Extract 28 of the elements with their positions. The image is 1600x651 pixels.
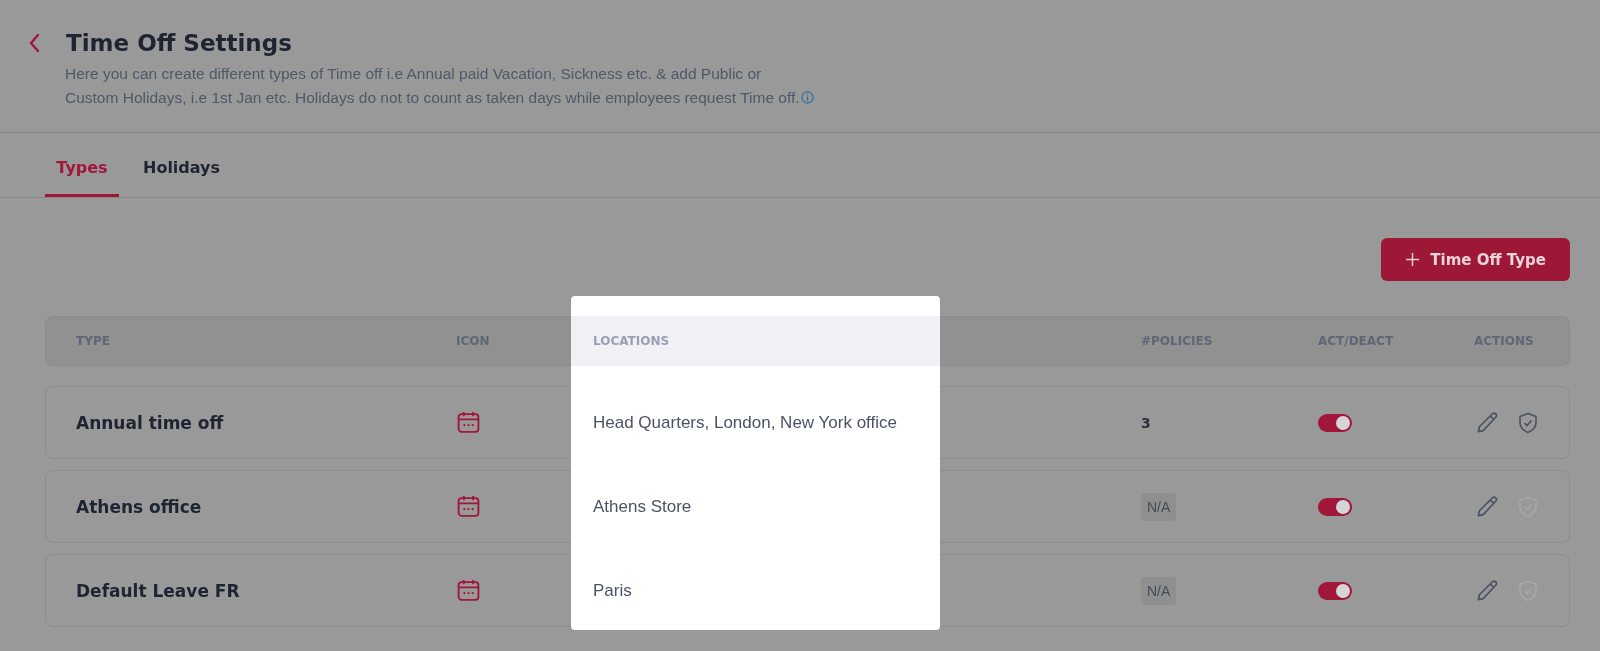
policies-badge: N/A	[1141, 576, 1177, 605]
locations-cell-text: Athens Store	[593, 496, 693, 517]
calendar-icon	[456, 578, 481, 603]
locations-cell-text: Paris	[593, 580, 633, 601]
active-toggle[interactable]	[1318, 413, 1352, 432]
policies-badge: N/A	[1141, 492, 1177, 521]
table-row[interactable]: Athens office Athens Store N/A	[45, 470, 1570, 543]
page-description-line: Custom Holidays, i.e 1st Jan etc. Holidays do not to count as taken days while employees request Time off.	[65, 89, 800, 106]
shield-check-icon[interactable]	[1516, 410, 1540, 435]
back-icon[interactable]	[28, 33, 40, 53]
active-toggle[interactable]	[1318, 497, 1352, 516]
page-title: Time Off Settings	[66, 30, 292, 56]
calendar-icon	[456, 494, 481, 519]
type-name: Athens office	[76, 496, 203, 517]
plus-icon	[1405, 252, 1421, 267]
column-header: LOCATIONS	[593, 334, 671, 348]
active-toggle[interactable]	[1318, 581, 1352, 600]
tab[interactable]: Holidays	[143, 153, 221, 197]
calendar-icon	[456, 410, 481, 435]
locations-cell-text: Head Quarters, London, New York office	[593, 412, 898, 433]
add-time-off-type-button[interactable]: Time Off Type	[1381, 238, 1570, 281]
table-row[interactable]: Annual time off Head Quarters, London, New York office 3	[45, 386, 1570, 459]
type-name: Default Leave FR	[76, 580, 241, 601]
table-row[interactable]: Default Leave FR Paris N/A	[45, 554, 1570, 627]
page-description-line: Here you can create different types of Time off i.e Annual paid Vacation, Sickness etc. & add Public or	[65, 65, 762, 82]
type-name: Annual time off	[76, 412, 225, 433]
info-icon[interactable]	[800, 91, 814, 104]
policies-count: 3	[1141, 414, 1151, 431]
